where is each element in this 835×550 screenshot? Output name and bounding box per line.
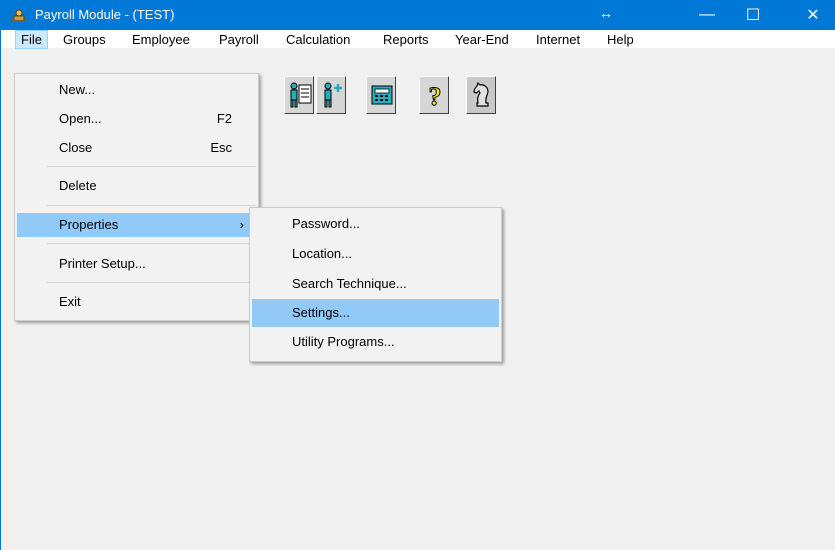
toolbar-button-calculator[interactable] bbox=[366, 76, 396, 114]
file-menu-dropdown: New... Open... F2 Close Esc Delete Prope… bbox=[14, 73, 259, 321]
chess-knight-icon bbox=[473, 81, 489, 107]
menu-bar: File Groups Employee Payroll Calculation… bbox=[1, 30, 835, 49]
toolbar-button-add-employee[interactable] bbox=[316, 76, 346, 114]
resize-cursor-icon: ↔ bbox=[599, 5, 613, 21]
properties-submenu: Password... Location... Search Technique… bbox=[249, 207, 502, 362]
menu-employee[interactable]: Employee bbox=[127, 30, 195, 49]
submenu-settings[interactable]: Settings... bbox=[252, 299, 499, 327]
file-menu-properties[interactable]: Properties › bbox=[17, 213, 256, 237]
file-menu-printer-setup[interactable]: Printer Setup... bbox=[17, 252, 256, 276]
chevron-right-icon: › bbox=[239, 217, 244, 232]
submenu-password[interactable]: Password... bbox=[252, 212, 499, 236]
toolbar-button-knight[interactable] bbox=[466, 76, 496, 114]
close-button[interactable]: ✕ bbox=[790, 0, 835, 30]
menu-groups[interactable]: Groups bbox=[58, 30, 111, 49]
menu-internet[interactable]: Internet bbox=[531, 30, 585, 49]
title-bar[interactable]: Payroll Module - (TEST) ↔ — ☐ ✕ bbox=[1, 0, 835, 30]
submenu-utility-programs[interactable]: Utility Programs... bbox=[252, 330, 499, 354]
menu-separator bbox=[47, 243, 256, 244]
file-menu-new[interactable]: New... bbox=[17, 78, 256, 102]
main-window: Payroll Module - (TEST) ↔ — ☐ ✕ File Gro… bbox=[0, 0, 835, 550]
shortcut-label: Esc bbox=[210, 140, 232, 155]
menu-help[interactable]: Help bbox=[602, 30, 639, 49]
menu-separator bbox=[47, 282, 256, 283]
menu-payroll[interactable]: Payroll bbox=[214, 30, 264, 49]
file-menu-delete[interactable]: Delete bbox=[17, 174, 256, 198]
calculator-icon bbox=[371, 85, 393, 105]
submenu-location[interactable]: Location... bbox=[252, 242, 499, 266]
menu-calculation[interactable]: Calculation bbox=[281, 30, 355, 49]
menu-separator bbox=[47, 166, 256, 167]
employee-record-icon bbox=[290, 82, 312, 108]
svg-text:?: ? bbox=[429, 82, 442, 109]
payroll-app-icon bbox=[11, 7, 27, 23]
menu-separator bbox=[47, 205, 256, 206]
menu-reports[interactable]: Reports bbox=[378, 30, 434, 49]
shortcut-label: F2 bbox=[216, 111, 232, 126]
add-employee-icon bbox=[324, 82, 342, 108]
window-title: Payroll Module - (TEST) bbox=[35, 7, 175, 22]
menu-file[interactable]: File bbox=[15, 30, 48, 49]
maximize-button[interactable]: ☐ bbox=[730, 0, 776, 30]
file-menu-open[interactable]: Open... F2 bbox=[17, 107, 256, 131]
minimize-button[interactable]: — bbox=[684, 0, 730, 30]
toolbar-button-help[interactable]: ? bbox=[419, 76, 449, 114]
menu-year-end[interactable]: Year-End bbox=[450, 30, 514, 49]
toolbar-button-employee-record[interactable] bbox=[284, 76, 314, 114]
file-menu-close[interactable]: Close Esc bbox=[17, 136, 256, 160]
help-question-icon: ? bbox=[428, 82, 442, 110]
file-menu-exit[interactable]: Exit bbox=[17, 290, 256, 314]
submenu-search-technique[interactable]: Search Technique... bbox=[252, 272, 499, 296]
